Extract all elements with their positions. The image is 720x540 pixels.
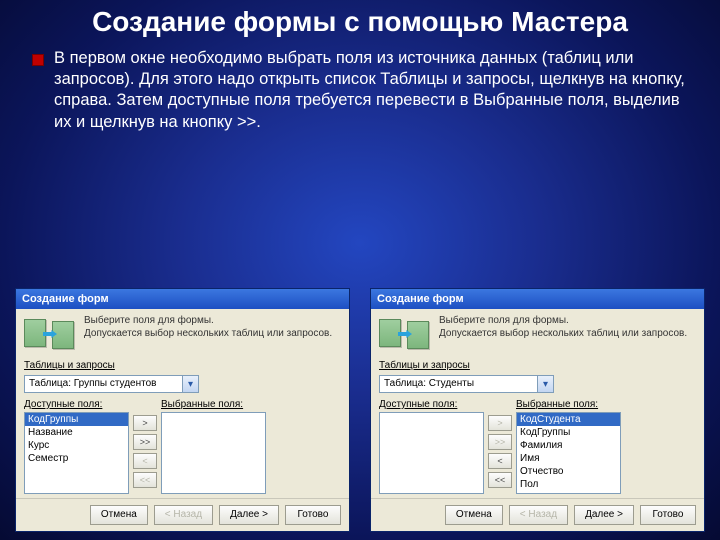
list-item[interactable]: КодГруппы — [517, 426, 620, 439]
tables-label: Таблицы и запросы — [24, 360, 341, 371]
tables-label: Таблицы и запросы — [379, 360, 696, 371]
list-item[interactable]: Название — [25, 426, 128, 439]
back-button[interactable]: < Назад — [509, 505, 568, 525]
chevron-down-icon[interactable]: ▾ — [182, 376, 198, 392]
list-item[interactable]: Дата рождения — [517, 491, 620, 494]
list-item[interactable]: Имя — [517, 452, 620, 465]
available-listbox[interactable] — [379, 412, 484, 494]
add-all-button[interactable]: >> — [488, 434, 512, 450]
remove-all-button[interactable]: << — [488, 472, 512, 488]
wizard-instructions: Выберите поля для формы. Допускается выб… — [84, 315, 332, 340]
cancel-button[interactable]: Отмена — [445, 505, 503, 525]
dialog-titlebar: Создание форм — [16, 289, 349, 309]
wizard-icon — [24, 317, 76, 353]
remove-all-button[interactable]: << — [133, 472, 157, 488]
list-item[interactable]: КодГруппы — [25, 413, 128, 426]
body-paragraph: В первом окне необходимо выбрать поля из… — [54, 49, 685, 130]
selected-listbox[interactable]: КодСтудентаКодГруппыФамилияИмяОтчествоПо… — [516, 412, 621, 494]
chevron-down-icon[interactable]: ▾ — [537, 376, 553, 392]
remove-button[interactable]: < — [488, 453, 512, 469]
list-item[interactable]: Фамилия — [517, 439, 620, 452]
wizard-instructions: Выберите поля для формы. Допускается выб… — [439, 315, 687, 340]
combo-value: Таблица: Группы студентов — [25, 376, 182, 392]
add-all-button[interactable]: >> — [133, 434, 157, 450]
list-item[interactable]: Отчество — [517, 465, 620, 478]
list-item[interactable]: Курс — [25, 439, 128, 452]
next-button[interactable]: Далее > — [574, 505, 634, 525]
tables-combo[interactable]: Таблица: Студенты ▾ — [379, 375, 554, 393]
bullet-icon — [32, 54, 44, 66]
slide-title: Создание формы с помощью Мастера — [0, 0, 720, 38]
available-label: Доступные поля: — [24, 399, 129, 410]
form-wizard-dialog-2: Создание форм Выберите поля для формы. Д… — [370, 288, 705, 532]
selected-listbox[interactable] — [161, 412, 266, 494]
list-item[interactable]: Пол — [517, 478, 620, 491]
dialog-titlebar: Создание форм — [371, 289, 704, 309]
selected-label: Выбранные поля: — [161, 399, 266, 410]
form-wizard-dialog-1: Создание форм Выберите поля для формы. Д… — [15, 288, 350, 532]
available-label: Доступные поля: — [379, 399, 484, 410]
next-button[interactable]: Далее > — [219, 505, 279, 525]
cancel-button[interactable]: Отмена — [90, 505, 148, 525]
finish-button[interactable]: Готово — [285, 505, 341, 525]
slide: Создание формы с помощью Мастера В перво… — [0, 0, 720, 540]
selected-label: Выбранные поля: — [516, 399, 621, 410]
add-button[interactable]: > — [488, 415, 512, 431]
dialogs-row: Создание форм Выберите поля для формы. Д… — [15, 288, 705, 532]
finish-button[interactable]: Готово — [640, 505, 696, 525]
combo-value: Таблица: Студенты — [380, 376, 537, 392]
slide-body: В первом окне необходимо выбрать поля из… — [0, 38, 720, 132]
add-button[interactable]: > — [133, 415, 157, 431]
back-button[interactable]: < Назад — [154, 505, 213, 525]
available-listbox[interactable]: КодГруппыНазваниеКурсСеместр — [24, 412, 129, 494]
remove-button[interactable]: < — [133, 453, 157, 469]
list-item[interactable]: КодСтудента — [517, 413, 620, 426]
list-item[interactable]: Семестр — [25, 452, 128, 465]
tables-combo[interactable]: Таблица: Группы студентов ▾ — [24, 375, 199, 393]
wizard-icon — [379, 317, 431, 353]
